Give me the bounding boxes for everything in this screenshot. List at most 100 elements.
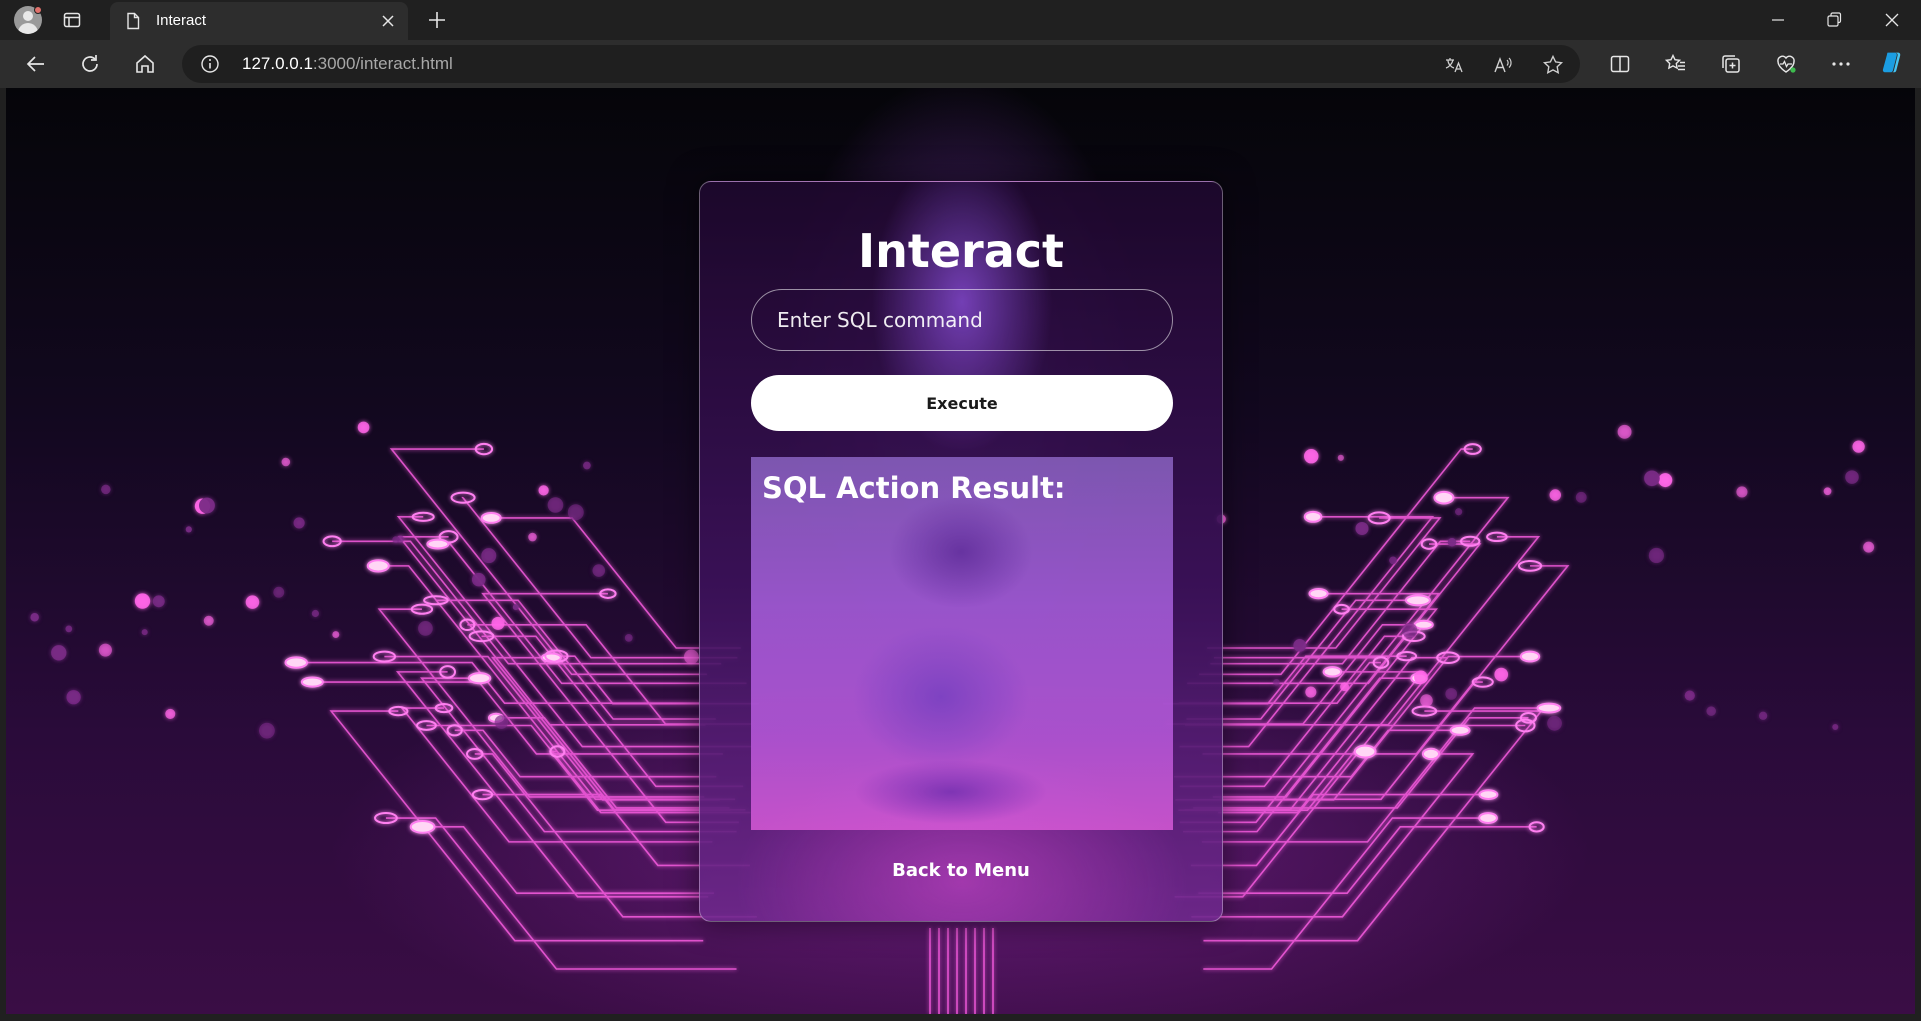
circuit-dot <box>1758 711 1768 720</box>
page-viewport: Interact Execute SQL Action Result: Back… <box>6 88 1915 1014</box>
sql-command-input[interactable] <box>751 289 1173 351</box>
browser-essentials-icon[interactable] <box>1774 52 1798 76</box>
restore-icon[interactable] <box>1822 8 1846 32</box>
sql-result-panel: SQL Action Result: <box>751 457 1173 830</box>
circuit-node <box>1308 588 1329 600</box>
circuit-dot <box>185 526 192 533</box>
circuit-dot <box>1832 723 1839 731</box>
circuit-dot <box>1648 547 1665 564</box>
circuit-dot <box>1617 424 1632 439</box>
translate-icon[interactable] <box>1443 54 1465 76</box>
circuit-trace <box>389 448 707 676</box>
circuit-dot <box>494 715 509 729</box>
circuit-node <box>1413 619 1434 630</box>
circuit-trace <box>1213 496 1510 659</box>
circuit-node <box>1519 650 1541 663</box>
circuit-dot <box>624 634 633 642</box>
circuit-trace <box>332 540 722 665</box>
new-tab-icon[interactable] <box>426 9 448 31</box>
circuit-dot <box>66 690 81 705</box>
circuit-dot <box>1547 715 1562 731</box>
browser-tab-active[interactable]: Interact <box>110 2 408 40</box>
url-text[interactable]: 127.0.0.1:3000/interact.html <box>242 54 453 74</box>
circuit-dot <box>396 535 404 543</box>
circuit-dot <box>1575 491 1587 503</box>
circuit-node <box>1478 789 1499 800</box>
circuit-node <box>1421 747 1441 761</box>
circuit-dot <box>1389 556 1397 565</box>
circuit-dot <box>683 649 699 665</box>
read-aloud-icon[interactable] <box>1492 54 1514 76</box>
collections-icon[interactable] <box>1719 52 1743 76</box>
circuit-dot <box>258 722 275 739</box>
circuit-dot <box>51 645 67 661</box>
favorites-icon[interactable] <box>1664 52 1688 76</box>
more-icon[interactable] <box>1829 52 1853 76</box>
circuit-dot <box>1304 448 1319 464</box>
circuit-trace <box>422 826 715 894</box>
circuit-trace <box>1190 793 1489 867</box>
circuit-dot <box>30 612 39 622</box>
close-icon[interactable] <box>378 11 398 31</box>
circuit-dot <box>98 643 112 657</box>
circuit-node <box>1536 702 1562 714</box>
circuit-dot <box>1863 541 1875 553</box>
url-host: 127.0.0.1 <box>242 54 313 73</box>
circuit-node <box>1404 594 1431 607</box>
page-title: Interact <box>857 224 1065 278</box>
circuit-dot <box>311 609 320 618</box>
circuit-node <box>300 676 324 688</box>
circuit-node <box>1322 666 1343 678</box>
circuit-dot <box>245 595 260 609</box>
circuit-dot <box>273 586 285 598</box>
circuit-node <box>467 672 492 685</box>
circuit-dot <box>293 517 305 529</box>
circuit-dot <box>1445 688 1458 700</box>
circuit-dot <box>1684 690 1695 701</box>
circuit-node <box>1478 812 1498 824</box>
info-icon[interactable] <box>200 54 220 74</box>
circuit-dot <box>1494 667 1509 682</box>
minimize-icon[interactable] <box>1766 8 1790 32</box>
window-close-icon[interactable] <box>1880 8 1904 32</box>
circuit-dot <box>1823 487 1832 496</box>
circuit-node <box>284 656 309 669</box>
tab-actions-icon[interactable] <box>62 10 82 30</box>
browser-toolbar: 127.0.0.1:3000/interact.html <box>0 40 1921 88</box>
circuit-dot <box>1549 489 1562 501</box>
circuit-dot <box>538 485 549 496</box>
circuit-dot <box>332 631 340 639</box>
back-icon[interactable] <box>24 52 48 76</box>
circuit-trace <box>1199 448 1473 676</box>
back-to-menu-link[interactable]: Back to Menu <box>700 860 1222 881</box>
circuit-dot <box>1337 454 1344 461</box>
circuit-dot <box>357 421 370 434</box>
execute-button[interactable]: Execute <box>751 375 1173 431</box>
circuit-dot <box>481 548 497 564</box>
circuit-dot <box>1644 470 1660 487</box>
refresh-icon[interactable] <box>78 52 102 76</box>
circuit-dot <box>101 484 111 495</box>
circuit-dot <box>1340 682 1350 692</box>
circuit-trace <box>461 496 738 659</box>
address-bar[interactable]: 127.0.0.1:3000/interact.html <box>182 45 1580 83</box>
circuit-dot <box>1455 508 1463 516</box>
favorite-star-icon[interactable] <box>1542 54 1564 76</box>
circuit-dot <box>134 593 151 609</box>
circuit-dot <box>471 572 486 587</box>
home-icon[interactable] <box>133 52 157 76</box>
result-title: SQL Action Result: <box>762 471 1066 505</box>
circuit-dot <box>1305 686 1317 698</box>
circuit-node <box>480 512 502 524</box>
split-screen-icon[interactable] <box>1608 52 1632 76</box>
circuit-node <box>426 538 450 550</box>
circuit-trace <box>397 536 706 726</box>
copilot-icon[interactable] <box>1880 50 1908 78</box>
circuit-dot <box>165 708 176 719</box>
circuit-trace <box>1187 543 1482 685</box>
circuit-node <box>409 819 436 834</box>
circuit-dot <box>1736 486 1748 498</box>
circuit-dot <box>1658 473 1673 488</box>
circuit-dot <box>281 457 291 467</box>
tab-title: Interact <box>156 12 207 29</box>
